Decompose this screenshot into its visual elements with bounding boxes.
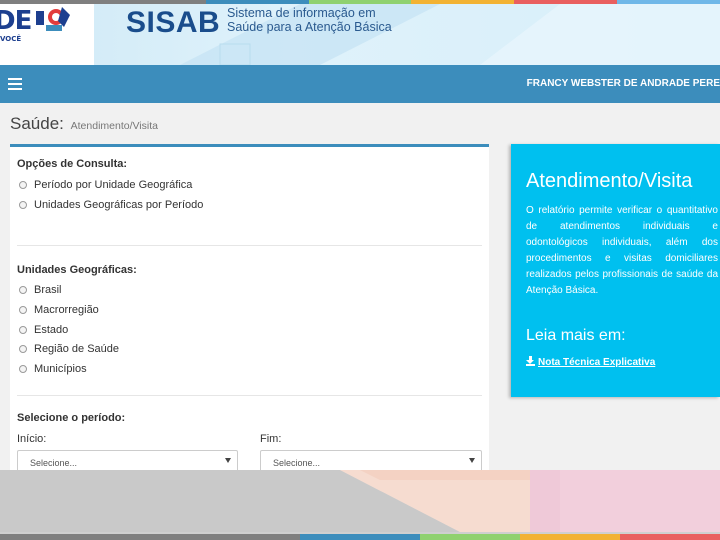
unidades-section-title: Unidades Geográficas:	[17, 264, 137, 276]
radio-estado[interactable]: Estado	[19, 323, 68, 337]
footer-decoration	[0, 470, 720, 540]
inicio-select[interactable]: Selecione...	[17, 450, 238, 472]
radio-button-icon[interactable]	[19, 286, 27, 294]
radio-regiao-de-saude[interactable]: Região de Saúde	[19, 342, 119, 356]
radio-label: Municípios	[34, 363, 87, 375]
download-icon	[526, 356, 535, 366]
info-box: Atendimento/Visita O relatório permite v…	[511, 144, 720, 397]
radio-periodo-por-unidade[interactable]: Período por Unidade Geográfica	[19, 178, 192, 192]
app-subtitle: Sistema de informação em Saúde para a At…	[227, 6, 392, 34]
radio-label: Período por Unidade Geográfica	[34, 179, 193, 191]
info-description: O relatório permite verificar o quantita…	[526, 205, 718, 296]
footer-shapes	[0, 470, 720, 540]
radio-button-icon[interactable]	[19, 345, 27, 353]
radio-label: Macrorregião	[34, 304, 99, 316]
chevron-down-icon	[225, 458, 231, 463]
radio-brasil[interactable]: Brasil	[19, 283, 62, 297]
fim-select[interactable]: Selecione...	[260, 450, 482, 472]
radio-button-icon[interactable]	[19, 201, 27, 209]
hamburger-icon[interactable]	[8, 75, 22, 93]
info-title: Atendimento/Visita	[526, 170, 693, 192]
logo-subtext: VOCÊ	[0, 35, 22, 43]
radio-label: Brasil	[34, 284, 62, 296]
inicio-select-value: Selecione...	[30, 458, 78, 468]
fim-label: Fim:	[260, 433, 282, 445]
radio-button-icon[interactable]	[19, 326, 27, 334]
page-title: Saúde: Atendimento/Visita	[10, 114, 158, 134]
user-menu[interactable]: FRANCY WEBSTER DE ANDRADE PERE	[527, 78, 720, 89]
top-navbar: FRANCY WEBSTER DE ANDRADE PERE	[0, 65, 720, 103]
radio-button-icon[interactable]	[19, 306, 27, 314]
section-divider	[17, 395, 482, 396]
logo[interactable]: DE VOCÊ	[0, 4, 94, 65]
nota-tecnica-link-text: Nota Técnica Explicativa	[538, 357, 656, 368]
app-header: DE VOCÊ SISAB Sistema de informação em S…	[0, 4, 720, 65]
radio-button-icon[interactable]	[19, 181, 27, 189]
fim-select-value: Selecione...	[273, 458, 321, 468]
logo-text: DE	[0, 6, 32, 36]
inicio-label: Início:	[17, 433, 47, 445]
read-more-heading: Leia mais em:	[526, 327, 626, 344]
section-divider	[17, 245, 482, 246]
app-name: SISAB	[126, 6, 221, 39]
radio-label: Unidades Geográficas por Período	[34, 199, 204, 211]
nota-tecnica-link[interactable]: Nota Técnica Explicativa	[526, 356, 655, 368]
radio-button-icon[interactable]	[19, 365, 27, 373]
radio-label: Região de Saúde	[34, 343, 120, 355]
query-form-panel: Opções de Consulta: Período por Unidade …	[10, 144, 489, 474]
radio-label: Estado	[34, 324, 69, 336]
page-title-main: Saúde:	[10, 114, 64, 133]
consulta-section-title: Opções de Consulta:	[17, 158, 128, 170]
app-subtitle-line1: Sistema de informação em	[227, 6, 376, 20]
app-subtitle-line2: Saúde para a Atenção Básica	[227, 20, 392, 34]
chevron-down-icon	[469, 458, 475, 463]
radio-unidades-por-periodo[interactable]: Unidades Geográficas por Período	[19, 198, 203, 212]
health-logo-icon	[36, 7, 70, 31]
page-title-sub: Atendimento/Visita	[70, 120, 158, 132]
radio-macrorregiao[interactable]: Macrorregião	[19, 303, 99, 317]
periodo-section-title: Selecione o período:	[17, 412, 126, 424]
radio-municipios[interactable]: Municípios	[19, 362, 87, 376]
